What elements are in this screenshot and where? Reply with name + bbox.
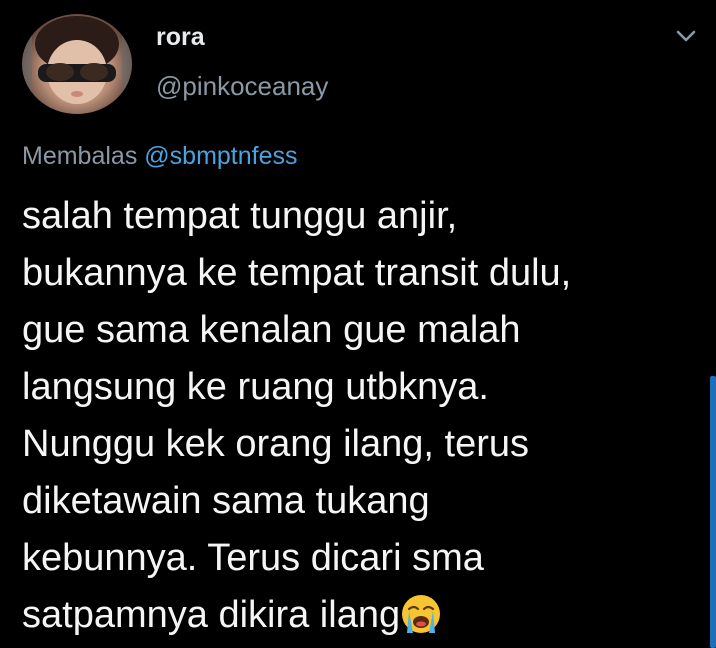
tweet-text-line: Nunggu kek orang ilang, terus [22, 423, 529, 465]
chevron-down-icon[interactable] [672, 24, 700, 48]
tweet-text-line-last: satpamnya dikira ilang [22, 587, 682, 644]
author-handle[interactable]: @pinkoceanay [156, 70, 328, 102]
tweet-text: salah tempat tunggu anjir, bukannya ke t… [22, 188, 682, 644]
reply-prefix: Membalas [22, 142, 138, 170]
avatar[interactable] [22, 14, 132, 114]
reply-context: Membalas @sbmptnfess [22, 140, 298, 172]
scrollbar[interactable] [710, 376, 716, 648]
tweet: rora @pinkoceanay Membalas @sbmptnfess s… [0, 0, 716, 648]
loudly-crying-face-emoji [402, 595, 441, 633]
tweet-text-line: kebunnya. Terus dicari sma [22, 537, 484, 579]
tweet-text-line: langsung ke ruang utbknya. [22, 366, 489, 408]
author-name[interactable]: rora [156, 22, 205, 52]
tweet-text-line: gue sama kenalan gue malah [22, 309, 521, 351]
tweet-text-line: satpamnya dikira ilang [22, 594, 401, 636]
tweet-text-line: salah tempat tunggu anjir, [22, 195, 458, 237]
tweet-text-line: bukannya ke tempat transit dulu, [22, 252, 572, 294]
tweet-text-line: diketawain sama tukang [22, 480, 430, 522]
avatar-image [22, 14, 132, 114]
reply-mention-link[interactable]: @sbmptnfess [144, 142, 297, 170]
